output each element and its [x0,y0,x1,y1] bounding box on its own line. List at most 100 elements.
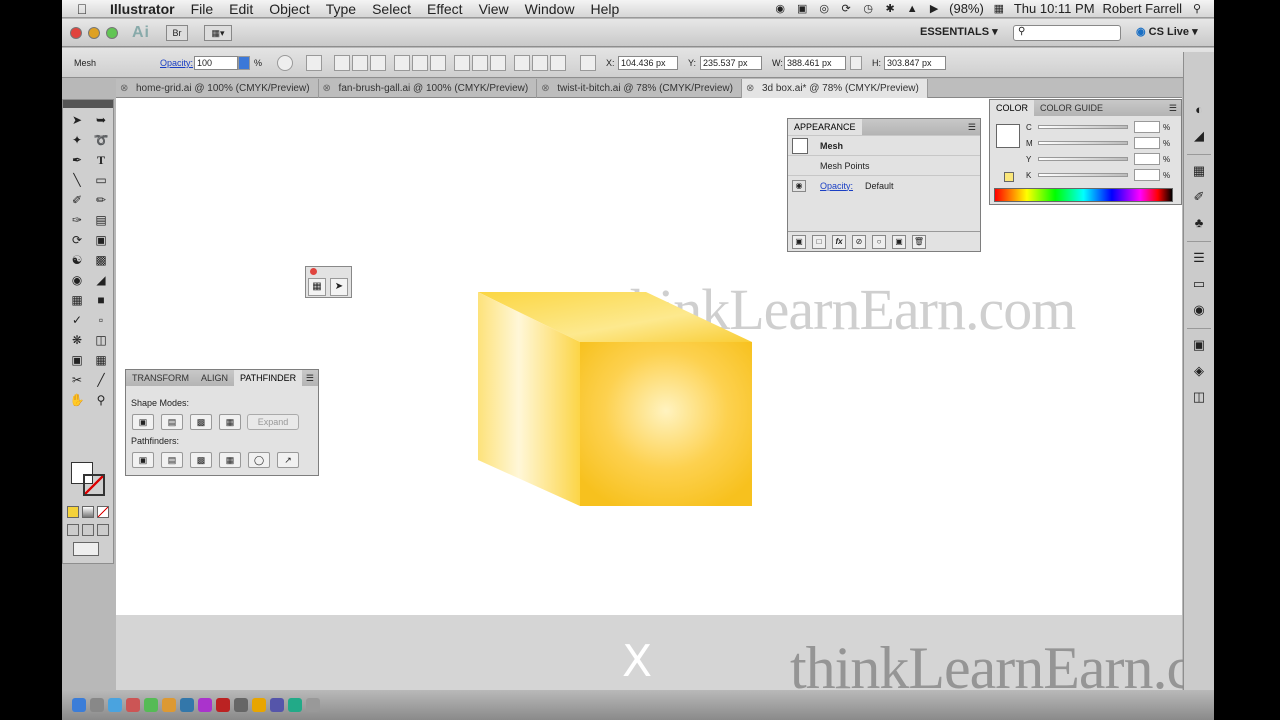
slider-track[interactable] [1038,173,1128,177]
align-right-icon[interactable] [370,55,386,71]
mesh-tool-icon[interactable]: ▦ [308,278,326,296]
safari-icon[interactable] [108,698,122,712]
fill-stroke-swatches[interactable] [69,460,109,500]
volume-icon[interactable]: ▶ [927,3,941,15]
delete-item-icon[interactable]: 🗑 [912,234,926,249]
paintbrush-tool-icon[interactable]: ✐ [66,191,88,209]
merge-button[interactable]: ▩ [190,452,212,468]
gradient-panel-icon[interactable]: ▭ [1188,274,1210,294]
tab-twist-it[interactable]: ⊗ twist-it-bitch.ai @ 78% (CMYK/Preview) [537,79,742,98]
lock-icon[interactable]: ▣ [795,3,809,15]
cyan-input[interactable] [1134,121,1160,133]
pencil-tool-icon[interactable]: ✏ [90,191,112,209]
spotlight-icon[interactable]: ⚲ [1190,3,1204,15]
rectangle-tool-icon[interactable]: ▭ [90,171,112,189]
selection-tool-icon[interactable]: ➤ [66,111,88,129]
close-tab-icon[interactable]: ⊗ [323,79,333,98]
menu-illustrator[interactable]: Illustrator [102,1,183,17]
pen-tool-icon[interactable]: ✒ [66,151,88,169]
panel-menu-icon[interactable]: ☰ [968,119,980,135]
close-tab-icon[interactable]: ⊗ [541,79,551,98]
tab-color[interactable]: COLOR [990,100,1035,116]
apple-menu-icon[interactable]:  [62,1,102,17]
yellow-input[interactable] [1134,153,1160,165]
menu-object[interactable]: Object [261,1,317,17]
artboards-panel-icon[interactable]: ◫ [1188,387,1210,407]
exclude-button[interactable]: ▦ [219,414,241,430]
close-window-button[interactable] [70,26,82,39]
dreamweaver-icon[interactable] [180,698,194,712]
panel-menu-icon[interactable]: ☰ [306,370,318,386]
distribute-bottom-icon[interactable] [490,55,506,71]
distribute-middle-icon[interactable] [472,55,488,71]
transform-options-icon[interactable] [580,55,596,71]
opacity-dropdown-button[interactable] [238,56,250,70]
constrain-proportions-icon[interactable] [850,56,862,70]
gradient-mode-icon[interactable] [82,506,94,518]
scissors-tool-icon[interactable]: ✂ [66,371,88,389]
illustrator-icon[interactable] [162,698,176,712]
tab-pathfinder[interactable]: PATHFINDER [234,370,303,386]
tab-fan-brush-gall[interactable]: ⊗ fan-brush-gall.ai @ 100% (CMYK/Preview) [319,79,538,98]
opacity-input[interactable]: 100 [194,56,238,70]
add-fill-icon[interactable]: □ [812,234,826,249]
accessibility-icon[interactable]: ◎ [817,3,831,15]
acrobat-icon[interactable] [216,698,230,712]
minimize-window-button[interactable] [88,26,100,39]
reference-point-icon[interactable] [306,55,322,71]
blob-brush-tool-icon[interactable]: ✑ [66,211,88,229]
cyan-slider[interactable]: C% [1026,120,1170,134]
direct-selection-tool-icon[interactable]: ➥ [90,111,112,129]
menu-file[interactable]: File [183,1,222,17]
y-input[interactable]: 235.537 px [700,56,762,70]
layers-panel-icon[interactable]: ◈ [1188,361,1210,381]
recolor-artwork-icon[interactable] [277,55,293,71]
mesh-tool-icon[interactable]: ▦ [66,291,88,309]
draw-behind-icon[interactable] [82,524,94,536]
firefox-icon[interactable] [252,698,266,712]
mail-icon[interactable] [126,698,140,712]
tab-color-guide[interactable]: COLOR GUIDE [1034,100,1109,116]
tab-appearance[interactable]: APPEARANCE [788,119,862,135]
fill-stroke-indicator[interactable] [996,124,1020,148]
itunes-icon[interactable] [270,698,284,712]
bluetooth-icon[interactable]: ✱ [883,3,897,15]
color-guide-panel-icon[interactable]: ◢ [1188,126,1210,146]
symbol-sprayer-tool-icon[interactable]: ❋ [66,331,88,349]
slider-track[interactable] [1038,125,1128,129]
workspace-switcher[interactable]: ESSENTIALS ▾ [920,25,998,38]
box-front-face[interactable] [580,342,752,506]
align-middle-icon[interactable] [412,55,428,71]
panel-menu-icon[interactable]: ☰ [1169,100,1181,116]
sync-icon[interactable]: ⟳ [839,3,853,15]
duplicate-item-icon[interactable]: ▣ [892,234,906,249]
distribute-left-icon[interactable] [514,55,530,71]
cs-live-button[interactable]: ◉ CS Live ▾ [1136,25,1198,38]
fx-icon[interactable]: fx [832,234,846,249]
3d-box-artwork[interactable] [478,292,752,506]
stroke-panel-icon[interactable]: ☰ [1188,248,1210,268]
system-preferences-icon[interactable] [90,698,104,712]
photoshop-icon[interactable] [144,698,158,712]
draw-inside-icon[interactable] [97,524,109,536]
align-center-icon[interactable] [352,55,368,71]
transparency-panel-icon[interactable]: ◉ [1188,300,1210,320]
screen-mode-icon[interactable] [73,542,99,556]
appearance-row-opacity[interactable]: ◉ Opacity: Default [788,175,980,195]
line-tool-icon[interactable]: ╲ [66,171,88,189]
yellow-slider[interactable]: Y% [1026,152,1170,166]
distribute-top-icon[interactable] [454,55,470,71]
outline-button[interactable]: ◯ [248,452,270,468]
indesign-icon[interactable] [198,698,212,712]
unite-button[interactable]: ▣ [132,414,154,430]
brushes-panel-icon[interactable]: ✐ [1188,187,1210,207]
menu-type[interactable]: Type [318,1,364,17]
scale-tool-icon[interactable]: ▣ [90,231,112,249]
paw-icon[interactable]: ◉ [773,3,787,15]
expand-button[interactable]: Expand [247,414,299,430]
align-left-icon[interactable] [334,55,350,71]
color-panel-icon[interactable]: ◐ [1188,100,1210,120]
menu-view[interactable]: View [471,1,517,17]
mesh-select-icon[interactable]: ➤ [330,278,348,296]
shape-builder-tool-icon[interactable]: ◉ [66,271,88,289]
